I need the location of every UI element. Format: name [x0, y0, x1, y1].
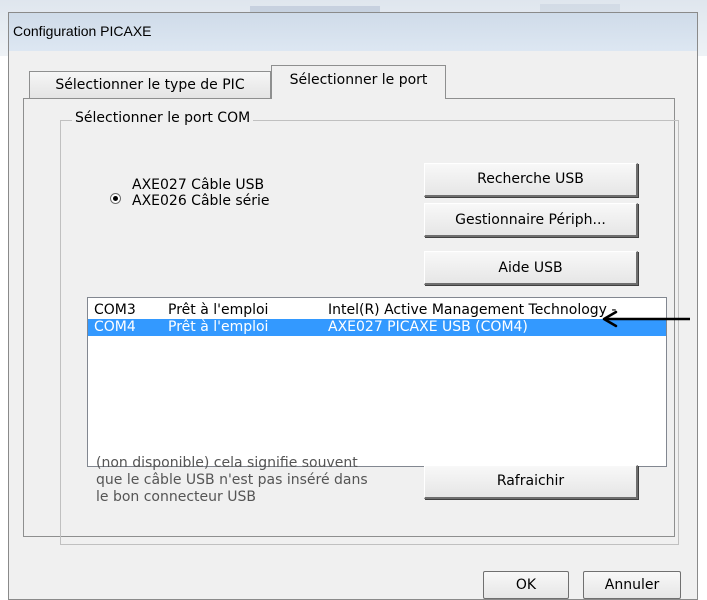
tab-panel-port: Sélectionner le port COM AXE027 Câble US…: [23, 98, 679, 545]
title-bar[interactable]: Configuration PICAXE: [9, 13, 697, 51]
cancel-button[interactable]: Annuler: [583, 571, 681, 599]
port-status: Prêt à l'emploi: [168, 319, 269, 335]
port-name: COM3: [94, 302, 136, 318]
com-port-group-label: Sélectionner le port COM: [72, 110, 254, 126]
refresh-button[interactable]: Rafraichir: [424, 465, 638, 499]
radio-option-serial-cable[interactable]: AXE026 Câble série: [132, 193, 270, 209]
com-port-list[interactable]: COM3 Prêt à l'emploi Intel(R) Active Man…: [87, 297, 667, 467]
dialog-client-area: Sélectionner le type de PIC Sélectionner…: [9, 51, 697, 599]
radio-option-usb-cable[interactable]: AXE027 Câble USB: [132, 177, 264, 193]
availability-note: (non disponible) cela signifie souvent q…: [96, 455, 396, 506]
cable-type-radio[interactable]: [110, 193, 121, 204]
window-title: Configuration PICAXE: [13, 23, 152, 39]
left-arrow-icon: [602, 310, 690, 328]
note-line: (non disponible) cela signifie souvent: [96, 455, 358, 471]
port-status: Prêt à l'emploi: [168, 302, 269, 318]
port-name: COM4: [94, 319, 136, 335]
port-device: Intel(R) Active Management Technology -: [328, 302, 617, 318]
list-item[interactable]: COM3 Prêt à l'emploi Intel(R) Active Man…: [88, 302, 666, 319]
port-device: AXE027 PICAXE USB (COM4): [328, 319, 528, 335]
picaxe-config-dialog: Configuration PICAXE Sélectionner le typ…: [8, 12, 698, 600]
tab-select-port[interactable]: Sélectionner le port: [271, 65, 446, 99]
usb-search-button[interactable]: Recherche USB: [424, 163, 638, 197]
device-manager-button[interactable]: Gestionnaire Périph...: [424, 203, 638, 237]
tab-select-pic-type[interactable]: Sélectionner le type de PIC: [29, 71, 271, 98]
ok-button[interactable]: OK: [483, 571, 569, 599]
list-item-selected[interactable]: COM4 Prêt à l'emploi AXE027 PICAXE USB (…: [88, 319, 666, 336]
note-line: le bon connecteur USB: [96, 489, 256, 505]
usb-help-button[interactable]: Aide USB: [424, 251, 638, 285]
note-line: que le câble USB n'est pas inséré dans: [96, 472, 368, 488]
